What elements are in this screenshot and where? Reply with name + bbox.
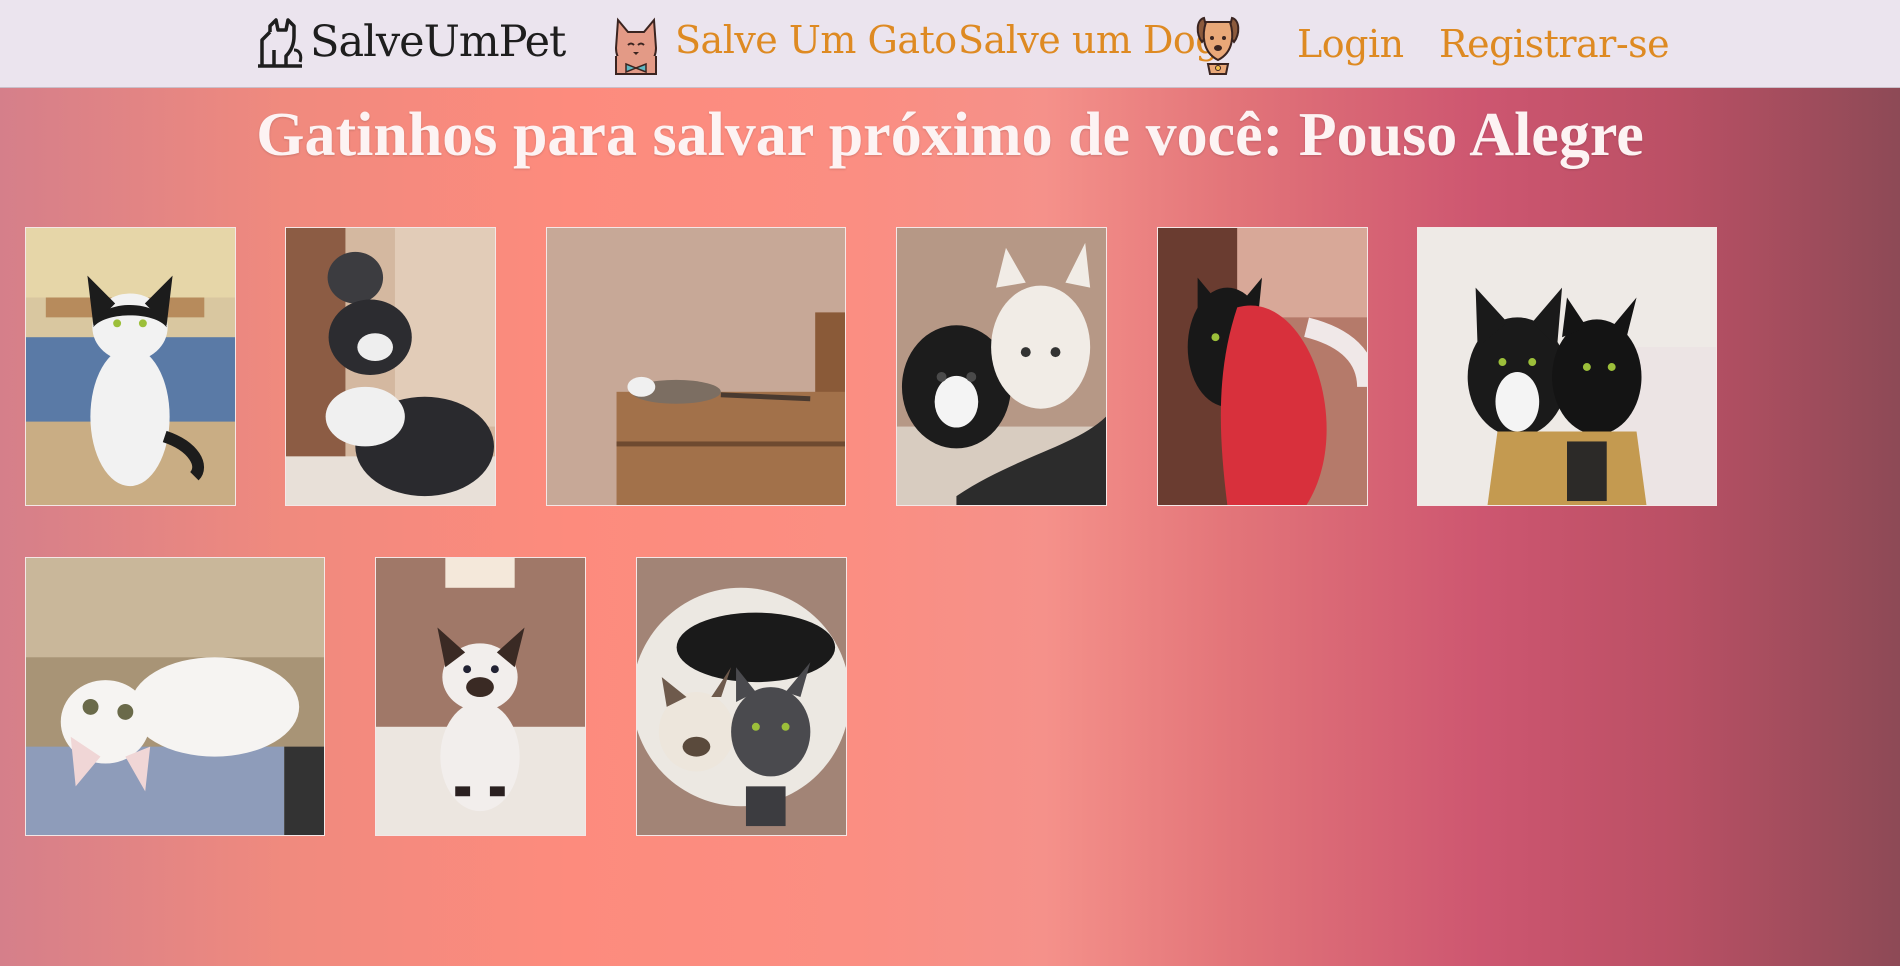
cat-photo-image (897, 228, 1106, 505)
cat-photo[interactable] (375, 557, 586, 836)
nav-link-save-cat[interactable]: Salve Um Gato (675, 18, 957, 62)
cat-photo[interactable] (1417, 227, 1717, 506)
cat-photo-image (1418, 228, 1716, 505)
nav-link-save-dog[interactable]: Salve um Dog (958, 18, 1220, 62)
house-cat-logo-icon (258, 18, 303, 68)
cat-photo[interactable] (1157, 227, 1368, 506)
cat-photo-image (26, 558, 324, 835)
nav-link-register[interactable]: Registrar-se (1439, 22, 1670, 66)
page-title: Gatinhos para salvar próximo de você: Po… (256, 101, 1644, 169)
cat-face-icon (614, 17, 658, 75)
cat-photo[interactable] (285, 227, 496, 506)
cat-photo-image (376, 558, 585, 835)
cat-photo-image (637, 558, 846, 835)
cat-photo[interactable] (636, 557, 847, 836)
navbar: SalveUmPet Salve Um Gato Salve um Dog Lo… (0, 0, 1900, 88)
brand-link[interactable]: SalveUmPet (256, 14, 566, 70)
cat-photo-image (547, 228, 845, 505)
cat-photo[interactable] (896, 227, 1107, 506)
brand-name: SalveUmPet (310, 17, 566, 67)
cat-photo[interactable] (25, 227, 236, 506)
cat-photo-image (286, 228, 495, 505)
dog-face-icon (1196, 16, 1240, 75)
cat-photo-image (1158, 228, 1367, 505)
cat-photo-image (26, 228, 235, 505)
nav-link-login[interactable]: Login (1297, 22, 1404, 66)
cat-photo[interactable] (546, 227, 846, 506)
cat-photo[interactable] (25, 557, 325, 836)
